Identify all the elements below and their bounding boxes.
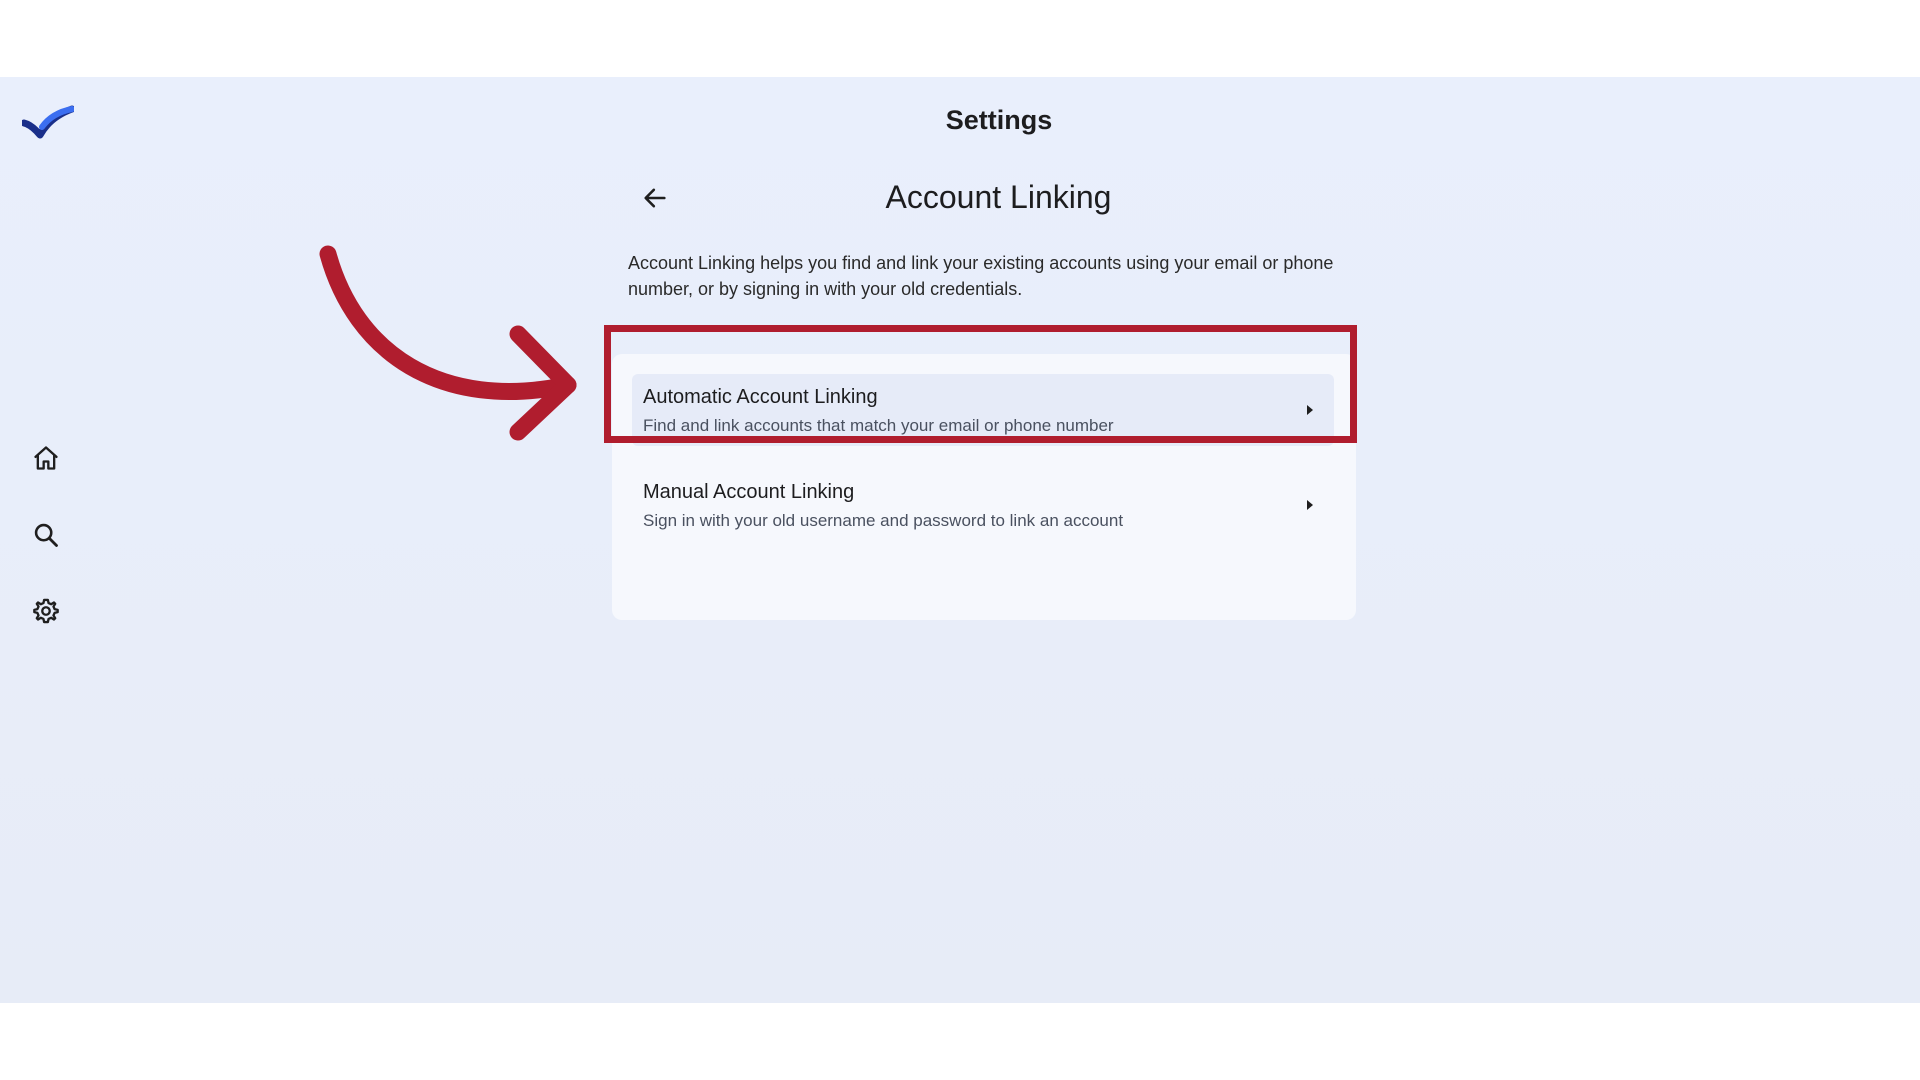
option-subtitle: Sign in with your old username and passw… — [643, 511, 1124, 530]
app-window: Settings Account Linking Account Linking… — [0, 77, 1920, 1003]
option-subtitle: Find and link accounts that match your e… — [643, 416, 1114, 435]
section-title: Account Linking — [885, 179, 1112, 215]
gear-icon — [33, 598, 59, 624]
sidebar-item-search[interactable] — [28, 517, 64, 553]
chevron-right-icon — [1307, 500, 1313, 510]
search-icon — [34, 523, 58, 547]
home-icon — [34, 446, 58, 470]
chevron-right-icon — [1307, 405, 1313, 415]
sidebar-item-settings[interactable] — [28, 593, 64, 629]
annotation-arrow-icon — [319, 245, 577, 441]
page-title: Settings — [945, 105, 1053, 135]
linking-options-card: Automatic Account Linking Find and link … — [612, 354, 1356, 620]
option-title: Automatic Account Linking — [643, 386, 878, 408]
automatic-account-linking-item[interactable]: Automatic Account Linking Find and link … — [632, 374, 1334, 446]
sidebar-item-home[interactable] — [28, 440, 64, 476]
section-description: Account Linking helps you find and link … — [628, 253, 1334, 299]
manual-account-linking-item[interactable]: Manual Account Linking Sign in with your… — [632, 469, 1334, 541]
option-title: Manual Account Linking — [643, 481, 855, 503]
